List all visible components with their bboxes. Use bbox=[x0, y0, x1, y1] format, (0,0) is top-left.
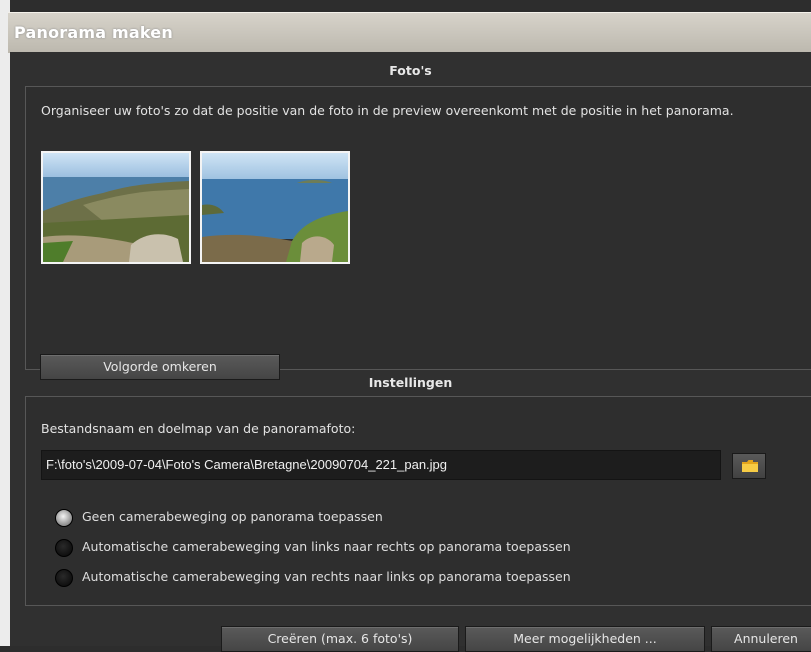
photo-thumbnail-2[interactable] bbox=[200, 151, 350, 264]
filename-input[interactable]: F:\foto's\2009-07-04\Foto's Camera\Breta… bbox=[41, 450, 721, 480]
photos-panel: Organiseer uw foto's zo dat de positie v… bbox=[25, 86, 811, 380]
cancel-button[interactable]: Annuleren bbox=[711, 626, 811, 652]
radio-button-checked[interactable] bbox=[55, 509, 73, 527]
settings-section-title: Instellingen bbox=[368, 375, 453, 390]
create-button[interactable]: Creëren (max. 6 foto's) bbox=[221, 626, 459, 652]
title-bar[interactable]: Panorama maken bbox=[8, 12, 811, 53]
window-frame bbox=[0, 0, 10, 646]
photos-instruction: Organiseer uw foto's zo dat de positie v… bbox=[41, 103, 734, 118]
radio-button[interactable] bbox=[55, 539, 73, 557]
radio-label: Automatische camerabeweging van links na… bbox=[82, 539, 571, 554]
window-title: Panorama maken bbox=[14, 23, 173, 42]
filename-label: Bestandsnaam en doelmap van de panoramaf… bbox=[41, 421, 356, 436]
browse-folder-button[interactable] bbox=[732, 453, 766, 479]
radio-label: Automatische camerabeweging van rechts n… bbox=[82, 569, 571, 584]
more-options-button[interactable]: Meer mogelijkheden ... bbox=[465, 626, 705, 652]
photo-thumbnail-1[interactable] bbox=[41, 151, 191, 264]
photos-section-title: Foto's bbox=[389, 63, 432, 78]
panorama-dialog: Foto's Organiseer uw foto's zo dat de po… bbox=[10, 52, 811, 652]
radio-label: Geen camerabeweging op panorama toepasse… bbox=[82, 509, 383, 524]
settings-panel: Bestandsnaam en doelmap van de panoramaf… bbox=[25, 396, 811, 606]
folder-icon bbox=[741, 459, 759, 476]
radio-button[interactable] bbox=[55, 569, 73, 587]
